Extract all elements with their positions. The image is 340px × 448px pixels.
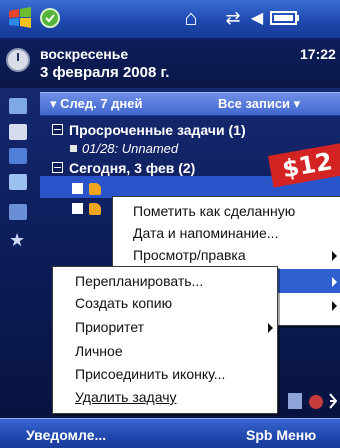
tasks-icon[interactable] bbox=[9, 124, 27, 140]
menu-item-reschedule[interactable]: Перепланировать... bbox=[53, 269, 277, 293]
softkey-bar: Уведомле... Spb Меню bbox=[0, 418, 340, 448]
menu-item-view-edit[interactable]: Просмотр/правка bbox=[113, 243, 340, 267]
submenu-arrow-icon bbox=[332, 301, 337, 311]
menu-item-label: Пометить как сделанную bbox=[133, 203, 296, 219]
today-group-header[interactable]: Сегодня, 3 фев (2) bbox=[52, 160, 195, 176]
menu-item-label: Присоединить иконку... bbox=[75, 366, 226, 382]
clock-icon bbox=[6, 48, 30, 72]
task-submenu: Перепланировать... Создать копию Приорит… bbox=[52, 266, 278, 414]
weekday-label: воскресенье bbox=[40, 46, 129, 62]
submenu-arrow-icon bbox=[268, 323, 273, 333]
menu-item-label: Удалить задачу bbox=[75, 389, 177, 405]
overdue-group-label: Просроченные задачи (1) bbox=[69, 122, 246, 138]
tray-icons bbox=[286, 390, 340, 412]
task-flag-icon bbox=[89, 203, 101, 215]
task-checkbox[interactable] bbox=[72, 183, 83, 194]
task-checkbox[interactable] bbox=[72, 203, 83, 214]
sync-icon[interactable]: ⇄ bbox=[222, 7, 244, 29]
today-plugins-sidebar: ★ bbox=[0, 92, 36, 322]
submenu-arrow-icon bbox=[332, 277, 337, 287]
menu-item-attach-icon[interactable]: Присоединить иконку... bbox=[53, 362, 277, 386]
overdue-task-item[interactable]: 01/28: Unnamed bbox=[70, 141, 178, 156]
today-task-item[interactable] bbox=[72, 200, 101, 216]
menu-item-date-reminder[interactable]: Дата и напоминание... bbox=[113, 221, 340, 245]
notes-icon[interactable] bbox=[9, 174, 27, 190]
tasks-toolbar: ▾ След. 7 дней Все записи ▾ bbox=[40, 92, 340, 116]
menu-item-copy[interactable]: Создать копию bbox=[53, 291, 277, 315]
collapse-icon[interactable] bbox=[52, 124, 63, 135]
task-bullet-icon bbox=[70, 145, 77, 152]
period-filter[interactable]: ▾ След. 7 дней bbox=[50, 96, 143, 112]
today-task-item[interactable] bbox=[72, 180, 101, 196]
left-softkey[interactable]: Уведомле... bbox=[26, 427, 106, 443]
overdue-task-label: 01/28: Unnamed bbox=[82, 141, 179, 156]
time-label: 17:22 bbox=[300, 46, 336, 62]
volume-icon[interactable]: ◀ bbox=[246, 7, 268, 29]
folder-icon[interactable] bbox=[9, 204, 27, 220]
submenu-arrow-icon bbox=[332, 251, 337, 261]
menu-item-label: Перепланировать... bbox=[75, 273, 204, 289]
collapse-icon[interactable] bbox=[52, 162, 63, 173]
date-label: 3 февраля 2008 г. bbox=[40, 64, 170, 81]
menu-item-delete-task[interactable]: Удалить задачу bbox=[53, 385, 277, 409]
today-header[interactable]: воскресенье 3 февраля 2008 г. 17:22 bbox=[0, 40, 340, 88]
menu-item-label: Личное bbox=[75, 343, 123, 359]
battery-icon[interactable] bbox=[268, 7, 302, 29]
right-softkey[interactable]: Spb Меню bbox=[246, 427, 316, 443]
records-filter[interactable]: Все записи ▾ bbox=[218, 96, 300, 112]
overdue-group-header[interactable]: Просроченные задачи (1) bbox=[52, 122, 246, 138]
menu-item-label: Приоритет bbox=[75, 319, 145, 335]
calendar-icon[interactable] bbox=[9, 148, 27, 164]
contacts-icon[interactable] bbox=[9, 98, 27, 114]
task-flag-icon bbox=[89, 183, 101, 195]
round-app-icon[interactable] bbox=[36, 7, 64, 29]
status-bar: ⌂ ⇄ ◀ bbox=[0, 0, 340, 40]
menu-item-private[interactable]: Личное bbox=[53, 339, 277, 363]
menu-item-priority[interactable]: Приоритет bbox=[53, 315, 277, 339]
windows-start-icon[interactable] bbox=[6, 7, 34, 29]
star-icon[interactable]: ★ bbox=[9, 231, 27, 249]
device-screen: ⌂ ⇄ ◀ воскресенье 3 февраля 2008 г. 17:2… bbox=[0, 0, 340, 448]
menu-item-label: Дата и напоминание... bbox=[133, 225, 279, 241]
menu-item-label: Просмотр/правка bbox=[133, 247, 246, 263]
menu-item-mark-done[interactable]: Пометить как сделанную bbox=[113, 199, 340, 223]
menu-item-label: Создать копию bbox=[75, 295, 173, 311]
today-group-label: Сегодня, 3 фев (2) bbox=[69, 160, 196, 176]
home-icon[interactable]: ⌂ bbox=[178, 5, 204, 30]
